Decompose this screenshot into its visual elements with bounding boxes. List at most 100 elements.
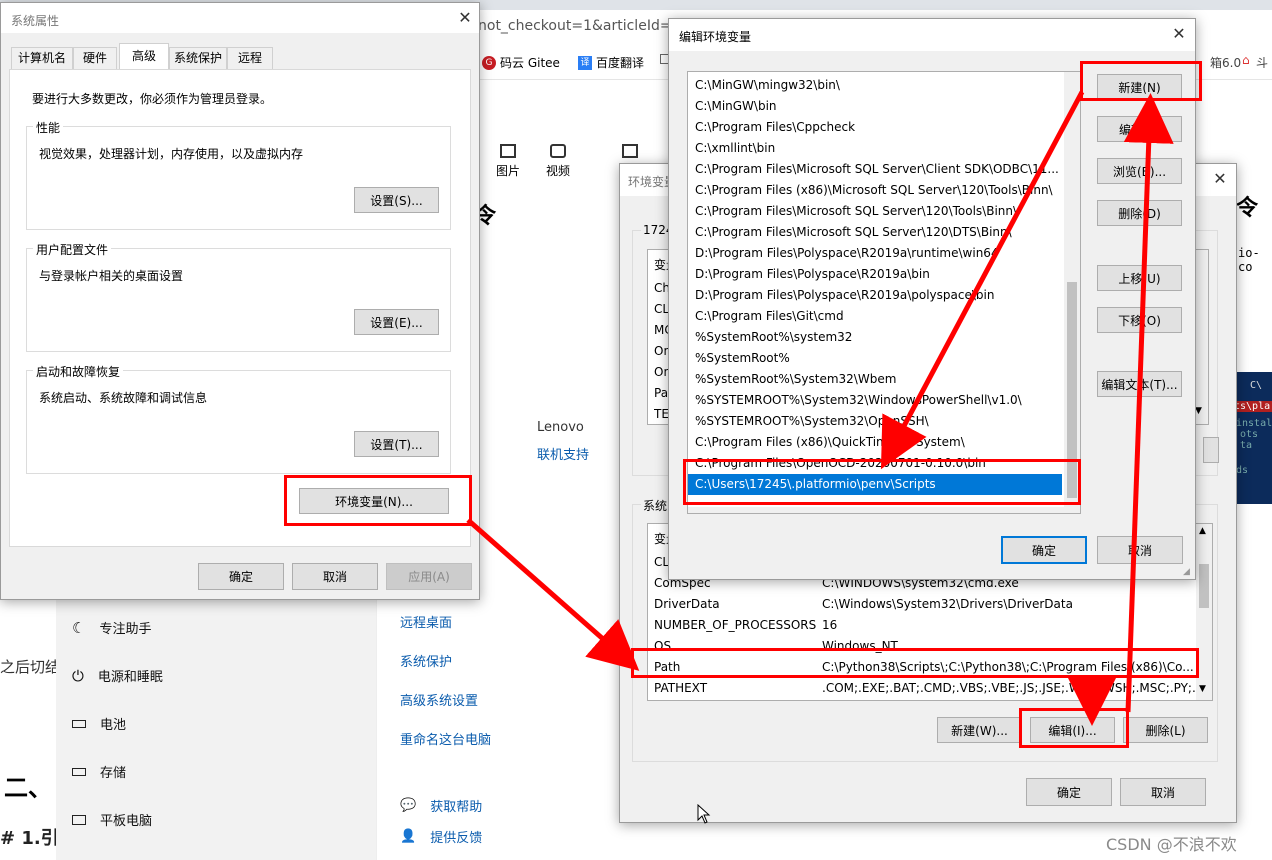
sysprops-title: 系统属性 — [11, 14, 60, 28]
tab-remote[interactable]: 远程 — [227, 47, 273, 69]
table-icon[interactable] — [622, 144, 638, 158]
path-entry[interactable]: C:\MinGW\mingw32\bin\ — [688, 75, 1062, 96]
path-edit-text-button[interactable]: 编辑文本(T)... — [1097, 371, 1182, 397]
settings-sidebar: ☾ 专注助手 ⏻ 电源和睡眠 电池 存储 平板电脑 — [56, 598, 376, 860]
startup-recovery-desc: 系统启动、系统故障和调试信息 — [39, 391, 208, 405]
sysprops-ok-button[interactable]: 确定 — [198, 563, 284, 590]
var-value: 16 — [822, 618, 838, 632]
tab-system-protection[interactable]: 系统保护 — [169, 47, 227, 69]
nav-label: 存储 — [100, 766, 127, 781]
path-entry[interactable]: D:\Program Files\Polyspace\R2019a\polysp… — [688, 285, 1062, 306]
envvars-ok-button[interactable]: 确定 — [1026, 778, 1112, 806]
scroll-down-icon[interactable]: ▼ — [1195, 406, 1202, 416]
close-icon[interactable]: ✕ — [1210, 170, 1230, 190]
path-edit-button[interactable]: 编辑(E) — [1097, 116, 1182, 142]
var-value: Windows_NT — [822, 639, 898, 653]
system-vars-scrollbar[interactable]: ▲ ▼ — [1196, 524, 1212, 700]
envvars-cancel-button[interactable]: 取消 — [1120, 778, 1206, 806]
performance-desc: 视觉效果，处理器计划，内存使用，以及虚拟内存 — [39, 147, 304, 161]
online-support-link[interactable]: 联机支持 — [537, 444, 589, 463]
bookmark-overflow-right[interactable]: 斗 — [1256, 54, 1268, 71]
scroll-down-icon[interactable]: ▼ — [1199, 684, 1206, 694]
path-list-hscrollbar[interactable] — [688, 507, 1066, 513]
path-entry[interactable]: C:\MinGW\bin — [688, 96, 1062, 117]
nav-label: 平板电脑 — [100, 814, 153, 829]
nav-battery[interactable]: 电池 — [72, 714, 126, 733]
editenv-ok-button[interactable]: 确定 — [1001, 536, 1087, 564]
path-delete-button[interactable]: 删除(D) — [1097, 200, 1182, 226]
path-entry[interactable]: %SystemRoot%\System32\Wbem — [688, 369, 1062, 390]
user-vars-button-strip — [1203, 437, 1219, 463]
bookmark-gitee[interactable]: G 码云 Gitee — [482, 54, 560, 71]
path-entry[interactable]: C:\Program Files (x86)\Microsoft SQL Ser… — [688, 180, 1062, 201]
terminal-snippet: C\ ts\pla install ots ta ds — [1234, 372, 1272, 504]
editenv-cancel-button[interactable]: 取消 — [1097, 536, 1183, 564]
nav-tablet[interactable]: 平板电脑 — [72, 810, 152, 829]
scroll-up-icon[interactable]: ▲ — [1199, 526, 1206, 536]
path-list-scrollbar[interactable] — [1064, 72, 1080, 513]
sysprops-apply-button[interactable]: 应用(A) — [386, 563, 472, 590]
advanced-settings-link[interactable]: 高级系统设置 — [400, 690, 478, 709]
path-entry[interactable]: %SYSTEMROOT%\System32\OpenSSH\ — [688, 411, 1062, 432]
path-entry[interactable]: C:\Program Files\Microsoft SQL Server\12… — [688, 201, 1062, 222]
nav-power-sleep[interactable]: ⏻ 电源和睡眠 — [72, 666, 163, 686]
sysprops-cancel-button[interactable]: 取消 — [292, 563, 378, 590]
system-var-row[interactable]: DriverData C:\Windows\System32\Drivers\Dr… — [648, 594, 1196, 615]
tab-hardware[interactable]: 硬件 — [73, 47, 117, 69]
toolbar-image-button[interactable]: 图片 — [496, 144, 520, 179]
editenv-titlebar: 编辑环境变量 ✕ — [669, 19, 1195, 51]
rename-pc-link[interactable]: 重命名这台电脑 — [400, 729, 491, 748]
path-list[interactable]: C:\MinGW\mingw32\bin\ C:\MinGW\bin C:\Pr… — [687, 71, 1081, 514]
path-entry[interactable]: C:\Program Files\OpenOCD-20200701-0.10.0… — [688, 453, 1062, 474]
system-var-row[interactable]: NUMBER_OF_PROCESSORS 16 — [648, 615, 1196, 636]
path-move-up-button[interactable]: 上移(U) — [1097, 265, 1182, 291]
resize-grip-icon[interactable]: ◢ — [1183, 567, 1190, 577]
path-entry[interactable]: C:\Program Files\Microsoft SQL Server\12… — [688, 222, 1062, 243]
toolbar-video-button[interactable]: 视频 — [546, 144, 570, 179]
close-icon[interactable]: ✕ — [455, 9, 475, 29]
user-profiles-desc: 与登录帐户相关的桌面设置 — [39, 269, 184, 283]
path-new-button[interactable]: 新建(N) — [1097, 74, 1182, 100]
bookmark-baidu-translate[interactable]: 译 百度翻译 — [578, 54, 644, 71]
get-help-link[interactable]: 💬 获取帮助 — [400, 796, 482, 815]
system-new-button[interactable]: 新建(W)... — [937, 717, 1022, 743]
path-browse-button[interactable]: 浏览(B)... — [1097, 158, 1182, 184]
home-icon[interactable]: ⌂ — [1242, 53, 1250, 67]
nav-focus-assist[interactable]: ☾ 专注助手 — [72, 618, 151, 638]
path-move-down-button[interactable]: 下移(O) — [1097, 307, 1182, 333]
path-entry[interactable]: C:\Program Files\Cppcheck — [688, 117, 1062, 138]
feedback-link[interactable]: 👤 提供反馈 — [400, 827, 482, 846]
environment-variables-button[interactable]: 环境变量(N)... — [299, 488, 449, 514]
terminal-line: install — [1236, 418, 1272, 429]
performance-settings-button[interactable]: 设置(S)... — [354, 187, 439, 213]
startup-recovery-settings-button[interactable]: 设置(T)... — [354, 431, 439, 457]
path-entry[interactable]: C:\xmllint\bin — [688, 138, 1062, 159]
path-entry[interactable]: %SystemRoot%\system32 — [688, 327, 1062, 348]
battery-icon — [72, 719, 86, 728]
path-entry-selected[interactable]: C:\Users\17245\.platformio\penv\Scripts — [688, 474, 1062, 495]
remote-desktop-link[interactable]: 远程桌面 — [400, 612, 452, 631]
system-var-row[interactable]: OS Windows_NT — [648, 636, 1196, 657]
path-entry[interactable]: %SYSTEMROOT%\System32\WindowsPowerShell\… — [688, 390, 1062, 411]
path-entry[interactable]: %SystemRoot% — [688, 348, 1062, 369]
scroll-thumb[interactable] — [1067, 282, 1077, 498]
editenv-title: 编辑环境变量 — [679, 30, 752, 44]
nav-storage[interactable]: 存储 — [72, 762, 126, 781]
path-entry[interactable]: C:\Program Files\Microsoft SQL Server\Cl… — [688, 159, 1062, 180]
close-icon[interactable]: ✕ — [1169, 25, 1189, 45]
tab-advanced[interactable]: 高级 — [119, 43, 169, 70]
scroll-thumb[interactable] — [1199, 564, 1209, 608]
bookmark-overflow-left[interactable]: 箱6.0 — [1210, 54, 1241, 71]
system-var-row[interactable]: PATHEXT .COM;.EXE;.BAT;.CMD;.VBS;.VBE;.JS… — [648, 678, 1196, 699]
var-name: Path — [654, 660, 681, 674]
system-delete-button[interactable]: 删除(L) — [1123, 717, 1208, 743]
system-edit-button[interactable]: 编辑(I)... — [1030, 717, 1115, 743]
path-entry[interactable]: C:\Program Files (x86)\QuickTime\QTSyste… — [688, 432, 1062, 453]
tab-computer-name[interactable]: 计算机名 — [11, 47, 73, 69]
path-entry[interactable]: C:\Program Files\Git\cmd — [688, 306, 1062, 327]
system-protection-link[interactable]: 系统保护 — [400, 651, 452, 670]
path-entry[interactable]: D:\Program Files\Polyspace\R2019a\bin — [688, 264, 1062, 285]
system-var-row-path[interactable]: Path C:\Python38\Scripts\;C:\Python38\;C:… — [648, 657, 1196, 678]
user-profiles-settings-button[interactable]: 设置(E)... — [354, 309, 439, 335]
path-entry[interactable]: D:\Program Files\Polyspace\R2019a\runtim… — [688, 243, 1062, 264]
